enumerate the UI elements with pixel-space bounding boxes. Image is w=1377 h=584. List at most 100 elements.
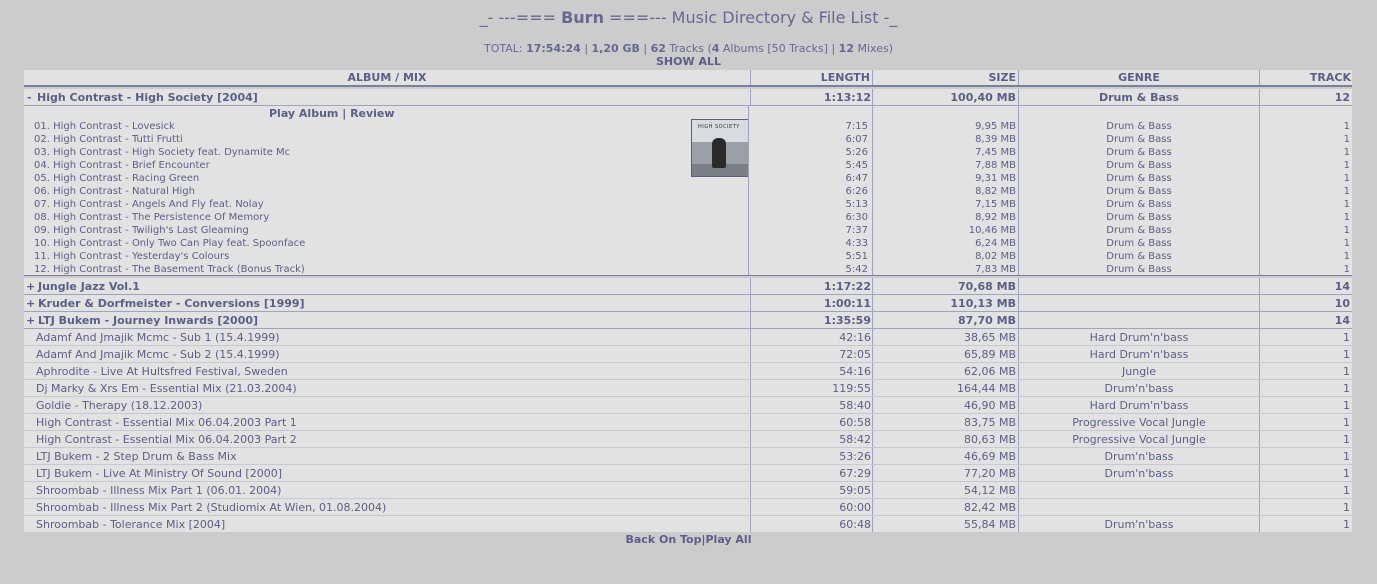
track-name[interactable]: 03. High Contrast - High Society feat. D… — [34, 147, 290, 160]
track-name[interactable]: 02. High Contrast - Tutti Frutti — [34, 134, 183, 147]
track-name[interactable]: 07. High Contrast - Angels And Fly feat.… — [34, 199, 264, 212]
expand-toggle[interactable]: + — [26, 297, 35, 310]
mix-row[interactable]: Aphrodite - Live At Hultsfred Festival, … — [24, 363, 1352, 380]
album-row-collapsed[interactable]: + Jungle Jazz Vol.1 1:17:22 70,68 MB 14 — [24, 278, 1352, 295]
track-name[interactable]: 04. High Contrast - Brief Encounter — [34, 160, 210, 173]
mix-genre: Drum'n'bass — [1104, 467, 1174, 480]
track-number: 1 — [1343, 225, 1350, 236]
track-name[interactable]: 12. High Contrast - The Basement Track (… — [34, 264, 305, 277]
track-name[interactable]: 10. High Contrast - Only Two Can Play fe… — [34, 238, 305, 251]
mix-genre: Drum'n'bass — [1104, 518, 1174, 531]
mix-row[interactable]: High Contrast - Essential Mix 06.04.2003… — [24, 414, 1352, 431]
column-divider — [872, 465, 873, 481]
album-name[interactable]: Kruder & Dorfmeister - Conversions [1999… — [38, 297, 305, 310]
mix-row[interactable]: LTJ Bukem - 2 Step Drum & Bass Mix 53:26 4… — [24, 448, 1352, 465]
mix-name[interactable]: Dj Marky & Xrs Em - Essential Mix (21.03… — [36, 382, 297, 395]
header-size[interactable]: SIZE — [873, 71, 1016, 84]
track-size: 7,15 MB — [975, 199, 1016, 210]
header-genre[interactable]: GENRE — [1019, 71, 1259, 84]
album-name[interactable]: Jungle Jazz Vol.1 — [38, 280, 140, 293]
play-album-link[interactable]: Play Album — [269, 107, 338, 120]
mix-size: 80,63 MB — [963, 433, 1016, 446]
album-cover-image[interactable]: HIGH SOCIETY — [691, 119, 749, 177]
totals-label: TOTAL: — [483, 42, 527, 55]
album-row-expanded[interactable]: - High Contrast - High Society [2004] 1:… — [24, 89, 1352, 106]
mix-row[interactable]: Goldie - Therapy (18.12.2003) 58:40 46,90 … — [24, 397, 1352, 414]
mix-name[interactable]: Adamf And Jmajik Mcmc - Sub 2 (15.4.1999… — [36, 348, 280, 361]
track-name[interactable]: 11. High Contrast - Yesterday's Colours — [34, 251, 229, 264]
album-row-collapsed[interactable]: + LTJ Bukem - Journey Inwards [2000] 1:3… — [24, 312, 1352, 329]
column-divider — [1259, 278, 1260, 294]
mix-name[interactable]: Aphrodite - Live At Hultsfred Festival, … — [36, 365, 288, 378]
mix-size: 55,84 MB — [963, 518, 1016, 531]
mix-name[interactable]: High Contrast - Essential Mix 06.04.2003… — [36, 416, 297, 429]
column-divider — [1018, 482, 1019, 498]
album-track-count: 12 — [1334, 91, 1350, 104]
column-divider — [872, 106, 873, 275]
column-divider — [1018, 89, 1019, 105]
column-divider — [1018, 346, 1019, 362]
album-row-collapsed[interactable]: + Kruder & Dorfmeister - Conversions [19… — [24, 295, 1352, 312]
track-size: 9,95 MB — [975, 121, 1016, 132]
mix-name[interactable]: LTJ Bukem - 2 Step Drum & Bass Mix — [36, 450, 237, 463]
mix-row[interactable]: Shroombab - Illness Mix Part 1 (06.01. 2… — [24, 482, 1352, 499]
collapse-toggle[interactable]: - — [27, 91, 32, 104]
track-name[interactable]: 06. High Contrast - Natural High — [34, 186, 195, 199]
mix-name[interactable]: Shroombab - Illness Mix Part 1 (06.01. 2… — [36, 484, 281, 497]
mix-name[interactable]: Goldie - Therapy (18.12.2003) — [36, 399, 202, 412]
show-all-link[interactable]: SHOW ALL — [0, 55, 1377, 68]
column-divider — [750, 397, 751, 413]
column-divider — [750, 448, 751, 464]
expand-toggle[interactable]: + — [26, 314, 35, 327]
album-name[interactable]: LTJ Bukem - Journey Inwards [2000] — [38, 314, 258, 327]
album-track-count: 14 — [1334, 280, 1350, 293]
review-link[interactable]: Review — [350, 107, 395, 120]
mix-row[interactable]: Dj Marky & Xrs Em - Essential Mix (21.03… — [24, 380, 1352, 397]
track-size: 9,31 MB — [975, 173, 1016, 184]
mix-row[interactable]: Shroombab - Tolerance Mix [2004] 60:48 55,… — [24, 516, 1352, 533]
track-name[interactable]: 09. High Contrast - Twiligh's Last Gleam… — [34, 225, 249, 238]
mix-name[interactable]: Adamf And Jmajik Mcmc - Sub 1 (15.4.1999… — [36, 331, 280, 344]
track-size: 8,02 MB — [975, 251, 1016, 262]
mix-track: 1 — [1343, 331, 1350, 344]
expand-toggle[interactable]: + — [26, 280, 35, 293]
column-divider — [750, 431, 751, 447]
track-name[interactable]: 01. High Contrast - Lovesick — [34, 121, 175, 134]
mix-row[interactable]: LTJ Bukem - Live At Ministry Of Sound [2… — [24, 465, 1352, 482]
back-on-top-link[interactable]: Back On Top — [626, 533, 702, 546]
mix-track: 1 — [1343, 484, 1350, 497]
album-name[interactable]: High Contrast - High Society [2004] — [37, 91, 258, 104]
mix-name[interactable]: High Contrast - Essential Mix 06.04.2003… — [36, 433, 297, 446]
track-length: 5:42 — [845, 264, 868, 275]
mix-row[interactable]: Adamf And Jmajik Mcmc - Sub 1 (15.4.1999… — [24, 329, 1352, 346]
album-track-list: Play Album | Review HIGH SOCIETY 01. Hig… — [24, 106, 1352, 276]
header-track[interactable]: TRACK — [1260, 71, 1351, 84]
mix-length: 72:05 — [839, 348, 871, 361]
column-divider — [750, 89, 751, 105]
totals-tracks-count: 62 — [650, 42, 666, 55]
track-name[interactable]: 05. High Contrast - Racing Green — [34, 173, 199, 186]
header-album[interactable]: ALBUM / MIX — [24, 71, 750, 84]
track-name[interactable]: 08. High Contrast - The Persistence Of M… — [34, 212, 269, 225]
track-length: 4:33 — [845, 238, 868, 249]
column-divider — [750, 312, 751, 328]
totals-mixes-count: 12 — [838, 42, 854, 55]
column-divider — [1018, 431, 1019, 447]
track-length: 6:07 — [845, 134, 868, 145]
play-all-link[interactable]: Play All — [706, 533, 752, 546]
mix-genre: Jungle — [1122, 365, 1156, 378]
title-suffix: ===--- Music Directory & File List -_ — [603, 8, 898, 27]
album-size: 87,70 MB — [958, 314, 1016, 327]
album-length: 1:13:12 — [823, 91, 871, 104]
mix-name[interactable]: Shroombab - Illness Mix Part 2 (Studiomi… — [36, 501, 386, 514]
mix-genre: Drum'n'bass — [1104, 450, 1174, 463]
mix-name[interactable]: LTJ Bukem - Live At Ministry Of Sound [2… — [36, 467, 282, 480]
column-divider — [750, 363, 751, 379]
header-length[interactable]: LENGTH — [751, 71, 870, 84]
album-size: 100,40 MB — [950, 91, 1016, 104]
album-track-count: 10 — [1334, 297, 1350, 310]
mix-row[interactable]: Shroombab - Illness Mix Part 2 (Studiomi… — [24, 499, 1352, 516]
mix-row[interactable]: High Contrast - Essential Mix 06.04.2003… — [24, 431, 1352, 448]
mix-name[interactable]: Shroombab - Tolerance Mix [2004] — [36, 518, 225, 531]
mix-row[interactable]: Adamf And Jmajik Mcmc - Sub 2 (15.4.1999… — [24, 346, 1352, 363]
